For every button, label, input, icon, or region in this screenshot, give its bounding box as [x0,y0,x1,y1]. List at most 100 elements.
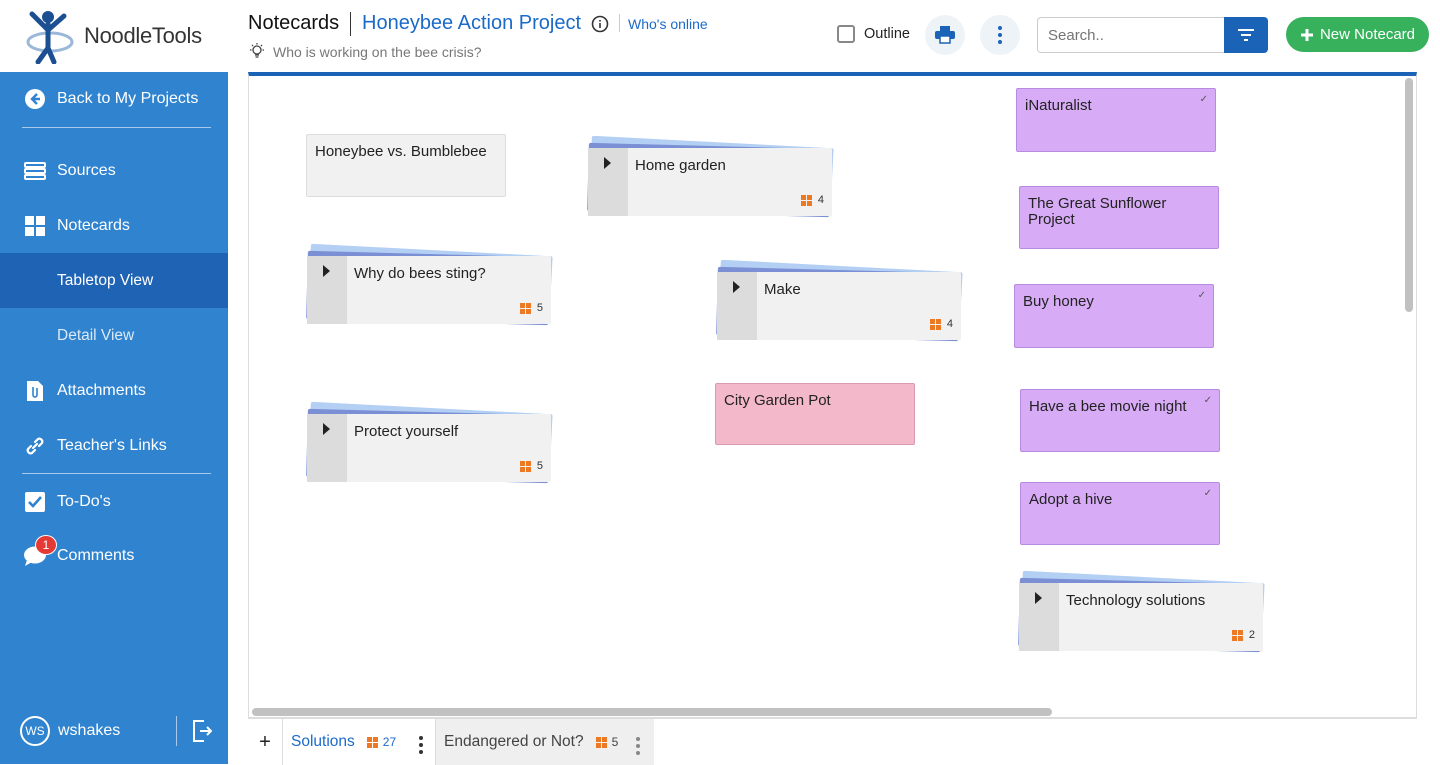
kebab-icon [998,26,1002,44]
sidebar-item-detail-view[interactable]: Detail View [0,308,228,363]
sidebar-item-notecards[interactable]: Notecards [0,198,228,253]
caret-right-icon [1035,592,1042,604]
grid-icon [23,214,47,238]
tab-count-value: 5 [611,735,619,749]
tabletop-canvas[interactable]: Honeybee vs. Bumblebee Home garden 4 Why… [248,72,1417,718]
caret-right-icon [323,423,330,435]
cards-grid-icon [519,460,531,472]
pile-front: Home garden 4 [588,148,832,216]
pile-count-value: 4 [946,318,953,330]
notecard-title: City Garden Pot [724,392,831,409]
notecard-title: Adopt a hive [1029,491,1113,508]
project-title[interactable]: Honeybee Action Project [362,12,581,35]
sidebar-item-comments[interactable]: Comments [0,528,228,583]
info-icon[interactable] [591,15,609,38]
paperclip-file-icon [23,379,47,403]
pile-count-value: 5 [536,460,543,472]
sidebar-item-label: Comments [57,546,135,564]
notecard-pile[interactable]: Protect yourself 5 [306,401,553,484]
caret-right-icon [604,157,611,169]
back-to-projects-label: Back to My Projects [57,89,199,107]
filter-button[interactable] [1224,17,1268,53]
logo[interactable]: NoodleTools [0,0,228,72]
comments-count-badge: 1 [35,535,57,555]
avatar[interactable]: WS [20,716,50,746]
outline-checkbox[interactable] [837,25,855,43]
pile-front: Technology solutions 2 [1019,583,1263,651]
cards-grid-icon [595,736,607,748]
cards-grid-icon [366,736,378,748]
expand-toggle[interactable] [1019,583,1059,651]
notecard[interactable]: iNaturalist ✓ [1016,88,1216,152]
sidebar-item-tabletop-view[interactable]: Tabletop View [0,253,228,308]
sidebar-item-label: Notecards [57,216,130,234]
filter-icon [1238,29,1254,41]
notecard-pile[interactable]: Technology solutions 2 [1018,570,1265,653]
expand-toggle[interactable] [588,148,628,216]
tab-menu-icon[interactable] [419,736,423,754]
sidebar-item-todos[interactable]: To-Do's [0,474,228,529]
pile-front: Why do bees sting? 5 [307,256,551,324]
logo-text: NoodleTools [84,23,202,48]
notecard-title: Have a bee movie night [1029,398,1187,415]
pile-title: Technology solutions [1066,592,1206,609]
tab-menu-icon[interactable] [636,737,640,755]
sidebar-item-attachments[interactable]: Attachments [0,363,228,418]
notecard[interactable]: Buy honey ✓ [1014,284,1214,348]
pile-count: 5 [519,460,543,472]
user-divider [176,716,177,746]
pile-count-value: 2 [1248,629,1255,641]
notecard[interactable]: The Great Sunflower Project [1019,186,1219,249]
back-to-projects-link[interactable]: Back to My Projects [0,71,228,126]
caret-right-icon [733,281,740,293]
pile-count: 4 [929,318,953,330]
notecard[interactable]: Have a bee movie night ✓ [1020,389,1220,452]
pile-title: Make [764,281,801,298]
pile-front: Protect yourself 5 [307,414,551,482]
search-input[interactable] [1037,17,1225,53]
notecard-pile[interactable]: Why do bees sting? 5 [306,243,553,326]
caret-right-icon [323,265,330,277]
tab-count: 27 [366,735,396,749]
logout-icon[interactable] [192,720,213,747]
header-divider [619,14,620,32]
pile-title: Why do bees sting? [354,265,486,282]
expand-toggle[interactable] [307,256,347,324]
tab-endangered-or-not[interactable]: Endangered or Not? 5 [436,719,654,765]
notecard[interactable]: Honeybee vs. Bumblebee [306,134,506,197]
tab-label: Solutions [291,733,355,750]
new-notecard-button[interactable]: New Notecard [1286,17,1429,52]
whos-online-link[interactable]: Who's online [628,16,708,32]
more-options-button[interactable] [980,15,1020,55]
tab-label: Endangered or Not? [444,733,584,750]
notecard-pile[interactable]: Make 4 [716,259,963,342]
expand-toggle[interactable] [717,272,757,340]
sidebar-item-label: Sources [57,161,116,179]
notecard[interactable]: City Garden Pot [715,383,915,445]
notecard[interactable]: Adopt a hive ✓ [1020,482,1220,545]
tab-solutions[interactable]: Solutions 27 [282,719,436,765]
printer-icon [935,26,955,44]
horizontal-scrollbar[interactable] [252,708,1052,716]
noodletools-logo-icon [26,11,74,64]
check-icon: ✓ [1197,290,1206,301]
pile-count-value: 5 [536,302,543,314]
outline-label: Outline [864,26,910,42]
sidebar-item-teachers-links[interactable]: Teacher's Links [0,418,228,473]
cards-grid-icon [929,318,941,330]
check-icon: ✓ [1203,395,1212,406]
check-icon: ✓ [1199,94,1208,105]
vertical-scrollbar[interactable] [1405,78,1413,312]
add-tab-button[interactable]: + [248,719,282,765]
arrow-left-circle-icon [23,87,47,111]
pile-count: 5 [519,302,543,314]
print-button[interactable] [925,15,965,55]
notecard-pile[interactable]: Home garden 4 [587,135,834,218]
check-icon: ✓ [1203,488,1212,499]
user-name: wshakes [58,722,121,739]
lightbulb-icon [248,42,266,65]
pile-title: Protect yourself [354,423,459,440]
sidebar-item-sources[interactable]: Sources [0,143,228,198]
expand-toggle[interactable] [307,414,347,482]
pile-count: 2 [1231,629,1255,641]
